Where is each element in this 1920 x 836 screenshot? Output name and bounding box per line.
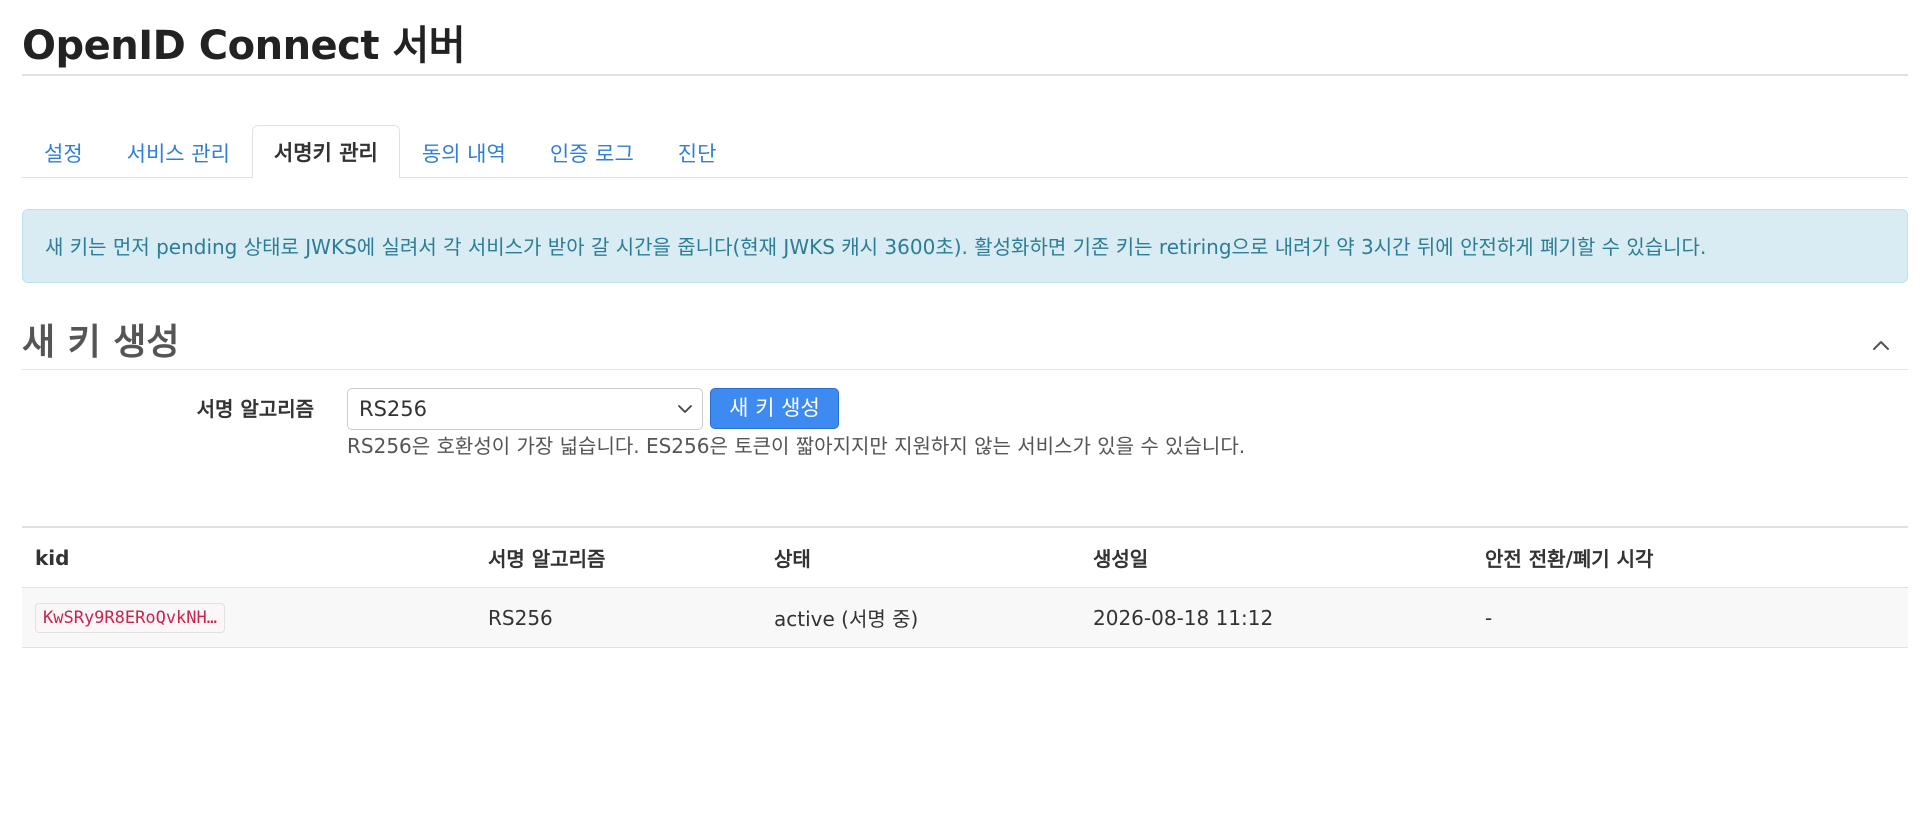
- page: OpenID Connect 서버 설정 서비스 관리 서명키 관리 동의 내역…: [0, 0, 1920, 836]
- column-header-algorithm: 서명 알고리즘: [475, 528, 761, 588]
- kid-code[interactable]: KwSRy9R8ERoQvkNH…: [35, 602, 225, 633]
- tab-service-management[interactable]: 서비스 관리: [105, 127, 252, 178]
- cell-kid: KwSRy9R8ERoQvkNH…: [22, 587, 475, 648]
- section-divider: [22, 369, 1908, 370]
- cell-status: active (서명 중): [761, 587, 1080, 648]
- table-row: KwSRy9R8ERoQvkNH… RS256 active (서명 중) 20…: [22, 587, 1908, 648]
- cell-created: 2026-08-18 11:12: [1080, 587, 1472, 648]
- info-alert: 새 키는 먼저 pending 상태로 JWKS에 실려서 각 서비스가 받아 …: [22, 209, 1908, 283]
- algorithm-label: 서명 알고리즘: [196, 397, 314, 421]
- tab-signing-keys[interactable]: 서명키 관리: [251, 125, 400, 178]
- column-header-retire-at: 안전 전환/폐기 시각: [1472, 528, 1908, 588]
- column-header-status: 상태: [761, 528, 1080, 588]
- tab-settings[interactable]: 설정: [22, 127, 105, 178]
- cell-retire-at: -: [1472, 587, 1908, 648]
- signing-keys-table: kid 서명 알고리즘 상태 생성일 안전 전환/폐기 시각 KwSRy9R8E…: [22, 528, 1908, 648]
- algorithm-select[interactable]: RS256: [347, 388, 703, 430]
- algorithm-help-text: RS256은 호환성이 가장 넓습니다. ES256은 토큰이 짧아지지만 지원…: [347, 434, 1246, 458]
- tab-consent-history[interactable]: 동의 내역: [400, 127, 528, 178]
- chevron-up-icon[interactable]: [1866, 330, 1896, 360]
- generate-key-button[interactable]: 새 키 생성: [710, 388, 839, 429]
- algorithm-select-value: RS256: [359, 397, 428, 421]
- column-header-kid: kid: [22, 528, 475, 588]
- page-title: OpenID Connect 서버: [22, 23, 466, 69]
- tab-bar: 설정 서비스 관리 서명키 관리 동의 내역 인증 로그 진단: [22, 125, 1908, 178]
- section-title-new-key: 새 키 생성: [22, 322, 180, 363]
- tab-auth-logs[interactable]: 인증 로그: [528, 127, 656, 178]
- tab-diagnostics[interactable]: 진단: [656, 127, 739, 178]
- chevron-down-icon: [678, 405, 692, 413]
- title-divider: [22, 74, 1908, 76]
- table-header-row: kid 서명 알고리즘 상태 생성일 안전 전환/폐기 시각: [22, 528, 1908, 588]
- column-header-created: 생성일: [1080, 528, 1472, 588]
- cell-algorithm: RS256: [475, 587, 761, 648]
